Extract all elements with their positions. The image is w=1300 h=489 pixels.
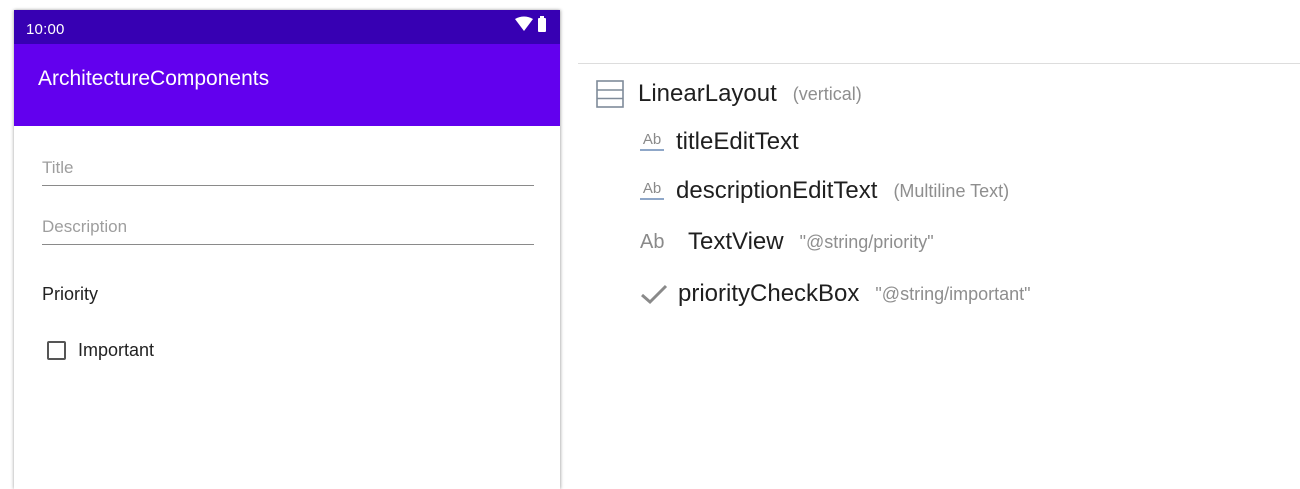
app-bar: ArchitectureComponents xyxy=(14,44,560,126)
wifi-battery-icon xyxy=(515,16,546,32)
title-field[interactable] xyxy=(42,146,534,186)
tree-item-meta: (Multiline Text) xyxy=(893,180,1010,201)
app-title: ArchitectureComponents xyxy=(38,67,270,90)
tree-item-label: descriptionEditText xyxy=(676,177,878,204)
tree-item-linearlayout[interactable]: LinearLayout (vertical) xyxy=(596,80,862,108)
tree-item-label: titleEditText xyxy=(676,128,799,155)
tree-item-meta: (vertical) xyxy=(792,83,862,104)
important-checkbox-row[interactable]: Important xyxy=(47,340,154,361)
description-input[interactable] xyxy=(42,205,534,237)
edit-text-icon: Ab xyxy=(640,181,664,200)
linear-layout-icon xyxy=(596,80,624,108)
tree-item-label: priorityCheckBox xyxy=(678,280,860,307)
status-icons xyxy=(514,16,548,39)
title-input[interactable] xyxy=(42,146,534,178)
checkbox-icon xyxy=(641,284,668,305)
status-time: 10:00 xyxy=(26,21,65,38)
description-field[interactable] xyxy=(42,205,534,245)
priority-label: Priority xyxy=(42,284,99,304)
tree-item-prioritycheckbox[interactable]: priorityCheckBox "@string/important" xyxy=(640,280,1031,308)
status-bar: 10:00 xyxy=(14,10,560,44)
tree-item-textview[interactable]: Ab TextView "@string/priority" xyxy=(640,228,934,256)
tree-top-divider xyxy=(578,63,1300,64)
tree-item-meta: "@string/priority" xyxy=(799,231,934,252)
tree-item-label: LinearLayout xyxy=(638,80,777,107)
phone-preview: 10:00 ArchitectureComponents Priority Im… xyxy=(14,10,560,489)
important-checkbox[interactable] xyxy=(47,341,66,360)
tree-item-titleedittext[interactable]: Ab titleEditText xyxy=(640,128,799,156)
tree-item-descriptionedittext[interactable]: Ab descriptionEditText (Multiline Text) xyxy=(640,177,1009,205)
tree-item-meta: "@string/important" xyxy=(875,283,1031,304)
important-checkbox-label[interactable]: Important xyxy=(78,340,154,361)
text-view-icon: Ab xyxy=(640,230,665,253)
edit-text-icon: Ab xyxy=(640,132,664,151)
tree-item-label: TextView xyxy=(688,228,784,255)
